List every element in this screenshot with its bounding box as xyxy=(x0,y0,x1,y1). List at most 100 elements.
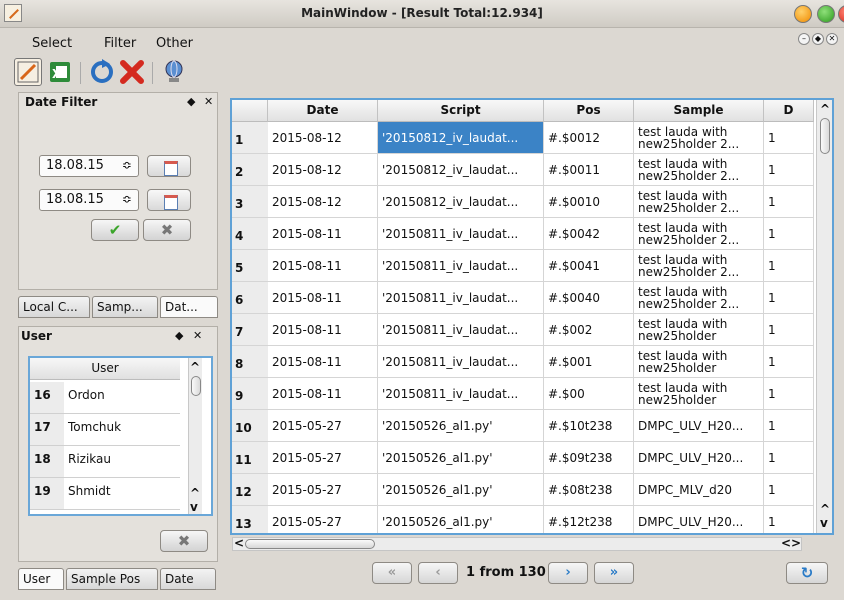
cell-d[interactable]: 1 xyxy=(764,314,814,346)
cell-script[interactable]: '20150811_iv_laudat... xyxy=(378,282,544,314)
clear-filter-button[interactable]: ✖ xyxy=(143,219,191,241)
to-date-spinbox[interactable]: 18.08.15 ≎ xyxy=(39,189,139,211)
tab-date-bottom[interactable]: Date xyxy=(160,568,216,590)
edit-tool-button[interactable] xyxy=(14,58,42,86)
to-date-calendar-button[interactable] xyxy=(147,189,191,211)
cell-sample[interactable]: test lauda with new25holder xyxy=(634,346,764,378)
cell-sample[interactable]: test lauda with new25holder 2... xyxy=(634,250,764,282)
scroll-up-icon[interactable]: ^ xyxy=(190,486,200,500)
user-list-scrollbar[interactable]: ^ ^ v xyxy=(188,358,202,514)
cell-d[interactable]: 1 xyxy=(764,410,814,442)
column-header-sample[interactable]: Sample xyxy=(634,100,764,122)
cell-date[interactable]: 2015-08-11 xyxy=(268,378,378,410)
cell-pos[interactable]: #.$0040 xyxy=(544,282,634,314)
scroll-thumb[interactable] xyxy=(820,118,830,154)
user-row-number[interactable]: 17 xyxy=(30,414,64,446)
cell-date[interactable]: 2015-05-27 xyxy=(268,474,378,506)
spin-arrows-icon[interactable]: ≎ xyxy=(122,192,132,206)
cell-script[interactable]: '20150812_iv_laudat... xyxy=(378,186,544,218)
cell-sample[interactable]: test lauda with new25holder 2... xyxy=(634,154,764,186)
scroll-up-icon[interactable]: ^ xyxy=(190,360,200,374)
cell-d[interactable]: 1 xyxy=(764,506,814,533)
cell-pos[interactable]: #.$001 xyxy=(544,346,634,378)
connect-tool-button[interactable] xyxy=(160,58,188,86)
cell-sample[interactable]: test lauda with new25holder xyxy=(634,378,764,410)
row-number[interactable]: 12 xyxy=(232,474,268,506)
next-page-button[interactable]: › xyxy=(548,562,588,584)
cell-d[interactable]: 1 xyxy=(764,154,814,186)
last-page-button[interactable]: » xyxy=(594,562,634,584)
cell-sample[interactable]: test lauda with new25holder 2... xyxy=(634,186,764,218)
cell-sample[interactable]: test lauda with new25holder 2... xyxy=(634,282,764,314)
cell-pos[interactable]: #.$0011 xyxy=(544,154,634,186)
row-number[interactable]: 9 xyxy=(232,378,268,410)
menu-other[interactable]: Other xyxy=(156,36,193,51)
cell-script[interactable]: '20150811_iv_laudat... xyxy=(378,250,544,282)
tab-user[interactable]: User xyxy=(18,568,64,590)
cell-sample[interactable]: DMPC_ULV_H20... xyxy=(634,442,764,474)
row-number[interactable]: 11 xyxy=(232,442,268,474)
cell-date[interactable]: 2015-08-12 xyxy=(268,186,378,218)
cell-sample[interactable]: test lauda with new25holder 2... xyxy=(634,218,764,250)
close-button[interactable] xyxy=(838,5,844,23)
row-number[interactable]: 1 xyxy=(232,122,268,154)
cell-pos[interactable]: #.$00 xyxy=(544,378,634,410)
cell-script[interactable]: '20150811_iv_laudat... xyxy=(378,346,544,378)
row-number[interactable]: 7 xyxy=(232,314,268,346)
cell-d[interactable]: 1 xyxy=(764,250,814,282)
cell-script[interactable]: '20150526_al1.py' xyxy=(378,506,544,533)
cell-script[interactable]: '20150811_iv_laudat... xyxy=(378,218,544,250)
dock-close-icon[interactable]: ✕ xyxy=(204,95,213,108)
refresh-button[interactable]: ↻ xyxy=(786,562,828,584)
scroll-left-right-icon[interactable]: <> xyxy=(781,536,801,550)
cell-sample[interactable]: DMPC_ULV_H20... xyxy=(634,506,764,533)
scroll-left-icon[interactable]: < xyxy=(234,536,244,550)
cell-sample[interactable]: test lauda with new25holder xyxy=(634,314,764,346)
row-number[interactable]: 8 xyxy=(232,346,268,378)
tab-date[interactable]: Dat... xyxy=(160,296,218,318)
cell-sample[interactable]: test lauda with new25holder 2... xyxy=(634,122,764,154)
cell-script[interactable]: '20150812_iv_laudat... xyxy=(378,154,544,186)
column-header-script[interactable]: Script xyxy=(378,100,544,122)
export-excel-button[interactable]: X xyxy=(46,58,74,86)
cell-sample[interactable]: DMPC_MLV_d20 xyxy=(634,474,764,506)
refresh-tool-button[interactable] xyxy=(88,58,116,86)
tab-sample-pos[interactable]: Sample Pos xyxy=(66,568,158,590)
cell-date[interactable]: 2015-08-12 xyxy=(268,154,378,186)
scroll-up-icon[interactable]: ^ xyxy=(820,102,830,116)
dock-close-icon[interactable]: ✕ xyxy=(193,329,202,342)
prev-page-button[interactable]: ‹ xyxy=(418,562,458,584)
scroll-down-icon[interactable]: v xyxy=(820,516,828,530)
cell-date[interactable]: 2015-08-11 xyxy=(268,314,378,346)
user-name-cell[interactable]: Shmidt xyxy=(64,478,180,510)
cell-date[interactable]: 2015-05-27 xyxy=(268,506,378,533)
column-header-date[interactable]: Date xyxy=(268,100,378,122)
cell-pos[interactable]: #.$0012 xyxy=(544,122,634,154)
column-header-pos[interactable]: Pos xyxy=(544,100,634,122)
row-number[interactable]: 6 xyxy=(232,282,268,314)
row-number[interactable]: 10 xyxy=(232,410,268,442)
row-number[interactable]: 4 xyxy=(232,218,268,250)
scroll-down-icon[interactable]: v xyxy=(190,500,198,514)
scroll-up-icon[interactable]: ^ xyxy=(820,502,830,516)
user-name-cell[interactable]: Ordon xyxy=(64,382,180,414)
cell-pos[interactable]: #.$0042 xyxy=(544,218,634,250)
mdi-minimize-icon[interactable]: – xyxy=(798,33,810,45)
user-row-number[interactable]: 16 xyxy=(30,382,64,414)
dock-float-icon[interactable]: ◆ xyxy=(187,95,195,108)
row-number[interactable]: 2 xyxy=(232,154,268,186)
from-date-calendar-button[interactable] xyxy=(147,155,191,177)
clear-user-button[interactable]: ✖ xyxy=(160,530,208,552)
cell-pos[interactable]: #.$0041 xyxy=(544,250,634,282)
cell-pos[interactable]: #.$10t238 xyxy=(544,410,634,442)
row-number[interactable]: 13 xyxy=(232,506,268,533)
apply-filter-button[interactable]: ✔ xyxy=(91,219,139,241)
cell-script[interactable]: '20150526_al1.py' xyxy=(378,442,544,474)
first-page-button[interactable]: « xyxy=(372,562,412,584)
cell-d[interactable]: 1 xyxy=(764,122,814,154)
spin-arrows-icon[interactable]: ≎ xyxy=(122,158,132,172)
horizontal-scroll-thumb[interactable] xyxy=(245,539,375,549)
cell-pos[interactable]: #.$12t238 xyxy=(544,506,634,533)
cell-date[interactable]: 2015-08-11 xyxy=(268,282,378,314)
cell-script[interactable]: '20150811_iv_laudat... xyxy=(378,378,544,410)
